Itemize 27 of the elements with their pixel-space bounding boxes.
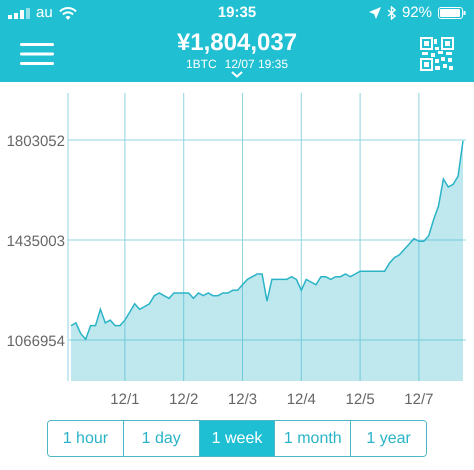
axis-label: 12/1 (110, 391, 140, 408)
battery-percent: 92% (402, 2, 432, 23)
menu-button[interactable] (20, 41, 54, 67)
battery-icon (438, 7, 466, 19)
range-tab[interactable]: 1 year (350, 421, 426, 456)
axis-label: 12/7 (404, 391, 434, 408)
timestamp-label: 12/07 19:35 (224, 56, 288, 70)
axis-label: 1066954 (6, 332, 65, 350)
carrier-label: au (36, 2, 53, 23)
signal-icon (8, 8, 30, 18)
axis-label: 1803052 (6, 133, 65, 150)
axis-label: 12/3 (228, 391, 258, 408)
qr-code-button[interactable] (420, 37, 454, 71)
axis-label: 12/4 (286, 391, 316, 408)
axis-label: 12/5 (346, 391, 375, 408)
axis-label: 1435003 (6, 233, 65, 250)
range-tab[interactable]: 1 week (198, 421, 274, 456)
wifi-icon (58, 6, 77, 20)
unit-label: 1BTC (186, 56, 217, 70)
clock-time: 19:35 (218, 2, 256, 23)
axis-label: 12/2 (169, 391, 198, 408)
qr-code-icon (420, 37, 454, 71)
chevron-down-icon[interactable] (231, 70, 243, 78)
location-arrow-icon (368, 7, 381, 19)
bluetooth-icon (386, 6, 396, 20)
price-value: ¥1,804,037 (176, 28, 298, 56)
menu-icon (20, 43, 54, 65)
